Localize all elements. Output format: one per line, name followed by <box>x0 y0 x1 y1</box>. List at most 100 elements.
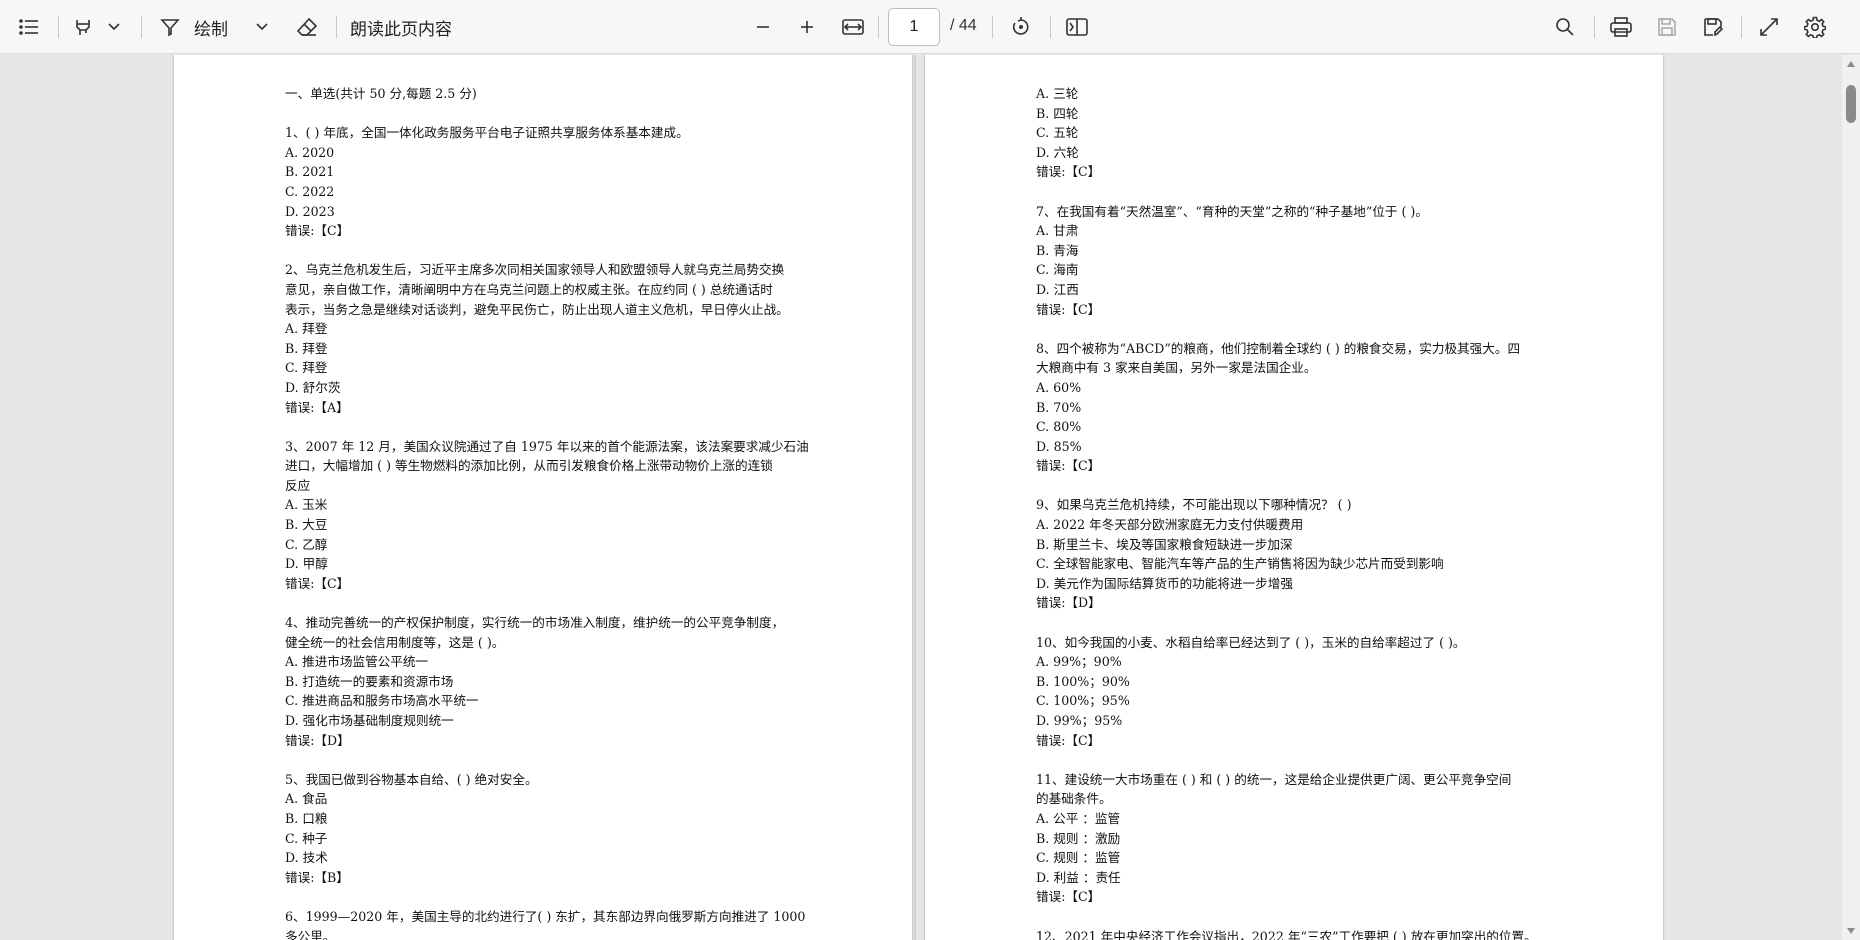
text-line: C. 全球智能家电、智能汽车等产品的生产销售将因为缺少芯片而受到影响 <box>1036 556 1444 572</box>
text-line: 进口，大幅增加 ( ) 等生物燃料的添加比例，从而引发粮食价格上涨带动物价上涨的… <box>285 458 773 474</box>
text-line: 7、在我国有着“天然温室”、“育种的天堂”之称的“种子基地”位于 ( )。 <box>1036 203 1428 219</box>
page-content: A. 三轮 B. 四轮 C. 五轮 D. 六轮 错误:【C】 7、在我国有着“天然温室”、… <box>1036 84 1576 940</box>
highlight-options-button[interactable] <box>102 9 126 45</box>
text-line: B. 打造统一的要素和资源市场 <box>285 673 454 689</box>
toolbar-separator <box>878 16 879 38</box>
text-line: D. 2023 <box>285 203 335 219</box>
toolbar-separator <box>1741 16 1742 38</box>
gear-icon <box>1804 16 1826 38</box>
text-line: C. 100%；95% <box>1036 693 1130 709</box>
erase-button[interactable] <box>290 9 324 45</box>
text-line: D. 江西 <box>1036 281 1079 297</box>
plus-icon <box>801 21 813 33</box>
document-viewport[interactable]: 一、单选(共计 50 分,每题 2.5 分) 1、( ) 年底，全国一体化政务服务… <box>0 55 1842 940</box>
save-as-button[interactable] <box>1696 9 1730 45</box>
text-line: B. 青海 <box>1036 242 1079 258</box>
save-icon <box>1658 18 1676 36</box>
minus-icon <box>757 26 769 28</box>
text-line: 多公里。 <box>285 928 336 940</box>
chevron-down-icon <box>108 23 120 31</box>
toolbar-separator <box>141 16 142 38</box>
text-line: 3、2007 年 12 月，美国众议院通过了自 1975 年以来的首个能源法案，… <box>285 438 809 454</box>
toolbar-separator <box>1594 16 1595 38</box>
print-icon <box>1610 17 1632 37</box>
text-line: 错误:【C】 <box>1036 889 1101 905</box>
list-icon <box>19 19 38 35</box>
text-line: C. 规则 ：监管 <box>1036 850 1121 866</box>
text-line: 11、建设统一大市场重在 ( ) 和 ( ) 的统一，这是给企业提供更广阔、更公… <box>1036 771 1512 787</box>
text-line: A. 2020 <box>285 144 335 160</box>
text-line: B. 斯里兰卡、埃及等国家粮食短缺进一步加深 <box>1036 536 1293 552</box>
text-line: C. 拜登 <box>285 360 328 376</box>
text-line: B. 四轮 <box>1036 105 1079 121</box>
page-number-input[interactable] <box>888 8 940 46</box>
text-line: 大粮商中有 3 家来自美国，另外一家是法国企业。 <box>1036 360 1317 376</box>
pdf-toolbar: 绘制 朗读此页内容 / 44 <box>0 0 1860 54</box>
draw-label: 绘制 <box>194 19 228 40</box>
text-line: 一、单选(共计 50 分,每题 2.5 分) <box>285 86 477 101</box>
contents-button[interactable] <box>12 9 46 45</box>
rotate-icon <box>1012 17 1029 35</box>
text-line: D. 利益 ：责任 <box>1036 869 1121 885</box>
text-line: 4、推动完善统一的产权保护制度，实行统一的市场准入制度，维护统一的公平竞争制度， <box>285 615 785 631</box>
text-line: B. 100%；90% <box>1036 673 1130 689</box>
text-line: 错误:【B】 <box>285 869 349 885</box>
text-line: 意见，亲自做工作，清晰阐明中方在乌克兰问题上的权威主张。在应约同 ( ) 总统通… <box>285 281 773 297</box>
search-icon <box>1556 18 1574 36</box>
highlight-button[interactable] <box>66 9 100 45</box>
settings-button[interactable] <box>1798 9 1832 45</box>
search-button[interactable] <box>1548 9 1582 45</box>
text-line: C. 2022 <box>285 183 335 199</box>
rotate-button[interactable] <box>1004 9 1038 45</box>
page-total: / 44 <box>950 17 977 34</box>
toolbar-separator <box>336 16 337 38</box>
page-view-button[interactable] <box>1060 9 1094 45</box>
text-line: C. 80% <box>1036 419 1082 435</box>
text-line: 健全统一的社会信用制度等，这是 ( )。 <box>285 634 505 650</box>
text-line: B. 口粮 <box>285 810 328 826</box>
pdf-page-left: 一、单选(共计 50 分,每题 2.5 分) 1、( ) 年底，全国一体化政务服务… <box>174 55 912 940</box>
text-line: D. 85% <box>1036 438 1082 454</box>
chevron-down-icon <box>256 23 268 31</box>
scrollbar-thumb[interactable] <box>1846 85 1856 123</box>
page-view-icon <box>1066 18 1088 36</box>
text-line: C. 种子 <box>285 830 328 846</box>
text-line: C. 海南 <box>1036 262 1079 278</box>
text-line: 错误:【C】 <box>1036 164 1101 180</box>
text-line: A. 拜登 <box>285 321 328 337</box>
zoom-out-button[interactable] <box>746 9 780 45</box>
draw-button[interactable]: 绘制 <box>160 9 245 45</box>
fit-width-icon <box>842 19 864 35</box>
toolbar-separator <box>992 16 993 38</box>
draw-options-button[interactable] <box>250 9 274 45</box>
text-line: A. 玉米 <box>285 497 328 513</box>
text-line: D. 美元作为国际结算货币的功能将进一步增强 <box>1036 575 1293 591</box>
toolbar-separator <box>58 16 59 38</box>
scroll-up-icon[interactable] <box>1846 59 1856 69</box>
text-line: 1、( ) 年底，全国一体化政务服务平台电子证照共享服务体系基本建成。 <box>285 125 689 141</box>
scroll-down-icon[interactable] <box>1846 926 1856 936</box>
text-line: A. 甘肃 <box>1036 223 1079 239</box>
text-line: 错误:【C】 <box>285 575 350 591</box>
print-button[interactable] <box>1604 9 1638 45</box>
vertical-scrollbar[interactable] <box>1842 55 1860 940</box>
save-button[interactable] <box>1650 9 1684 45</box>
highlighter-icon <box>76 20 90 35</box>
page-divider <box>914 55 916 940</box>
text-line: D. 六轮 <box>1036 144 1079 160</box>
text-line: B. 2021 <box>285 164 335 180</box>
zoom-in-button[interactable] <box>790 9 824 45</box>
text-line: 的基础条件。 <box>1036 791 1112 807</box>
read-aloud-button[interactable]: 朗读此页内容 <box>350 9 470 45</box>
fullscreen-button[interactable] <box>1752 9 1786 45</box>
fit-width-button[interactable] <box>836 9 870 45</box>
text-line: 表示，当务之急是继续对话谈判，避免平民伤亡，防止出现人道主义危机，早日停火止战。 <box>285 301 789 317</box>
text-line: A. 2022 年冬天部分欧洲家庭无力支付供暖费用 <box>1036 517 1304 533</box>
expand-icon <box>1760 18 1778 36</box>
text-line: A. 60% <box>1036 379 1082 395</box>
